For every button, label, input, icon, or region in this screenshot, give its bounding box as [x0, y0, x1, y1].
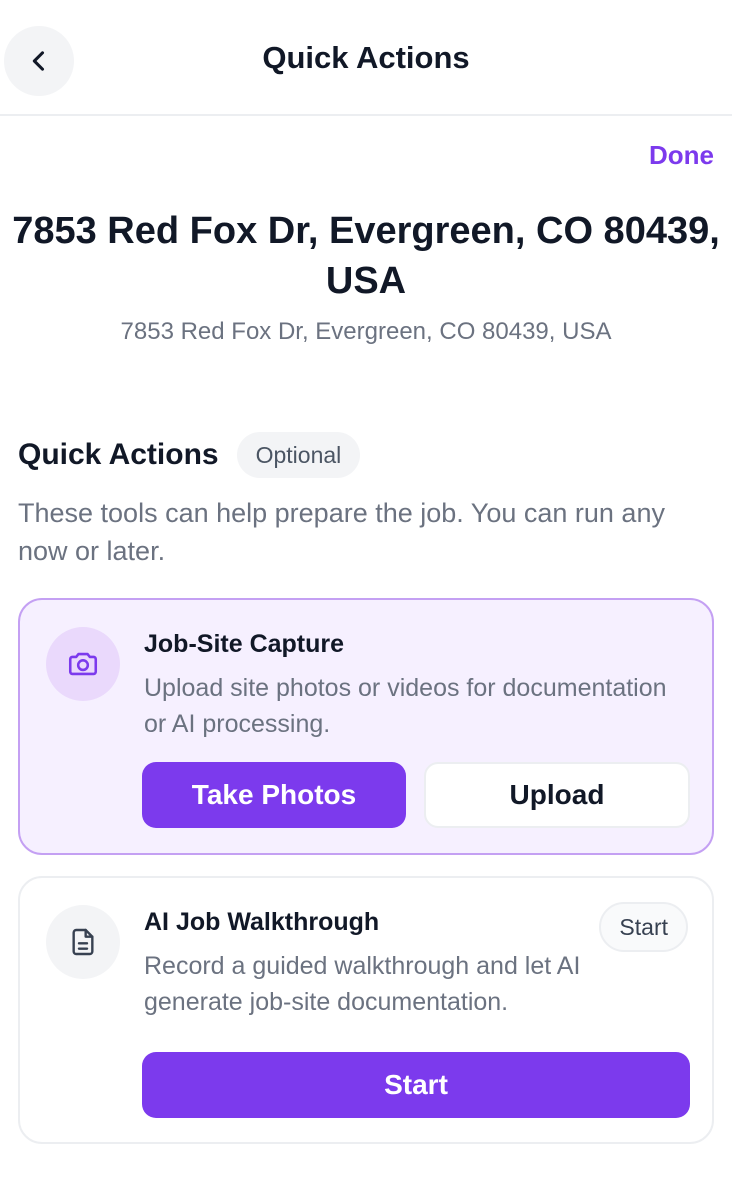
camera-icon-container [46, 627, 120, 701]
document-icon-container [46, 905, 120, 979]
page-title: Quick Actions [262, 40, 470, 75]
start-pill-button[interactable]: Start [599, 902, 688, 952]
card-description: Record a guided walkthrough and let AI g… [144, 952, 581, 1016]
quick-actions-header: Quick Actions Optional [18, 432, 361, 478]
section-description: These tools can help prepare the job. Yo… [18, 498, 665, 566]
address-title: 7853 Red Fox Dr, Evergreen, CO 80439, US… [12, 210, 720, 302]
ai-job-walkthrough-card: AI Job Walkthrough Start Record a guided… [18, 876, 714, 1144]
card-description: Upload site photos or videos for documen… [144, 674, 667, 738]
section-title: Quick Actions [18, 438, 219, 471]
start-button[interactable]: Start [142, 1052, 690, 1118]
take-photos-button[interactable]: Take Photos [142, 762, 406, 828]
upload-button[interactable]: Upload [424, 762, 690, 828]
camera-icon [68, 652, 98, 676]
card-title: AI Job Walkthrough [144, 908, 380, 936]
done-button[interactable]: Done [649, 140, 714, 171]
optional-badge: Optional [236, 432, 361, 478]
card-title: Job-Site Capture [144, 630, 345, 658]
document-icon [72, 928, 94, 956]
job-site-capture-card: Job-Site Capture Upload site photos or v… [18, 598, 714, 855]
address-subtitle: 7853 Red Fox Dr, Evergreen, CO 80439, US… [120, 318, 612, 345]
top-bar: Quick Actions [0, 0, 732, 116]
